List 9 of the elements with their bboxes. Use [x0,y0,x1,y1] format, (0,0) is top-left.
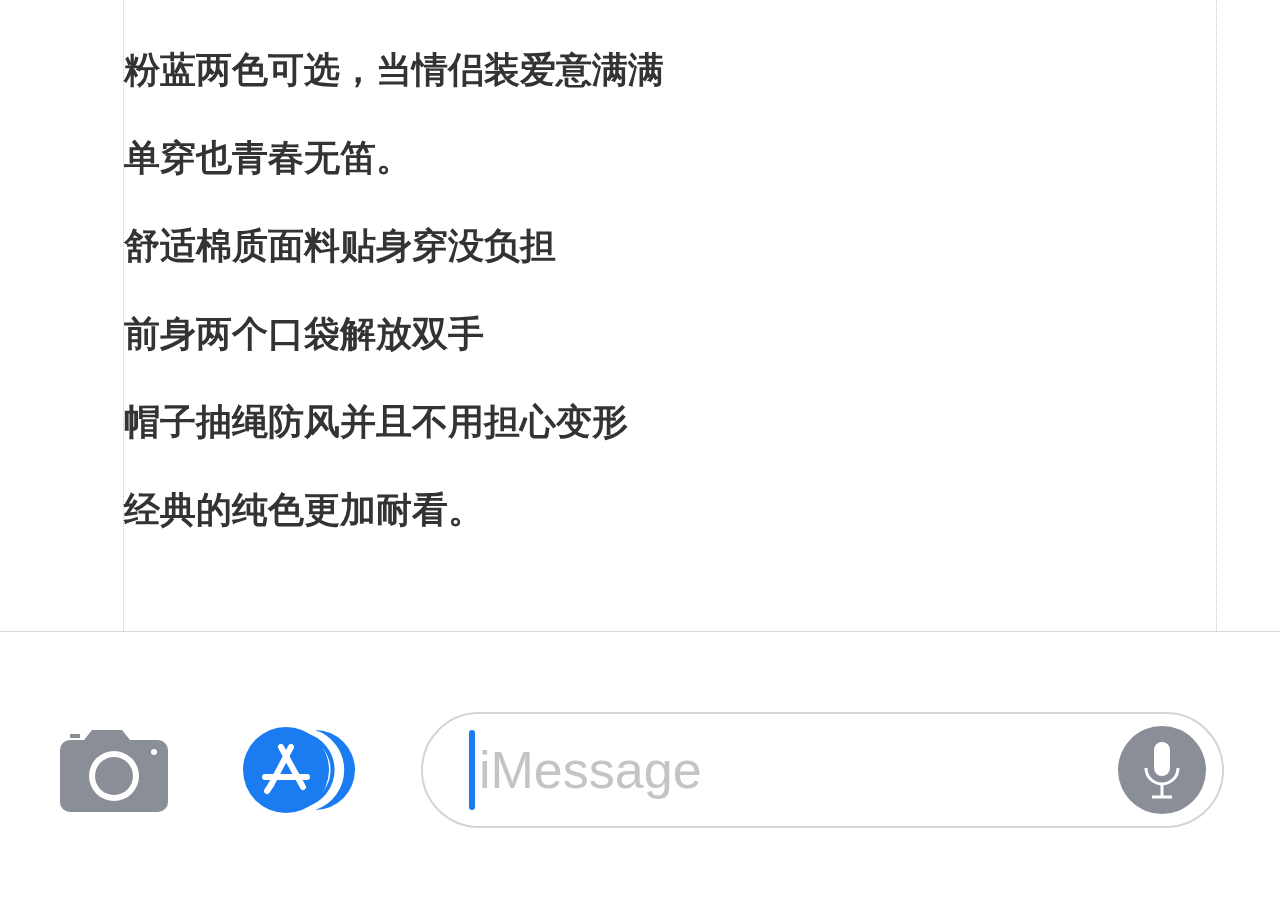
message-line: 前身两个口袋解放双手 [124,316,485,352]
camera-icon[interactable] [60,727,168,812]
message-field[interactable]: iMessage [421,711,1224,828]
microphone-icon[interactable] [1118,725,1206,814]
message-line: 舒适棉质面料贴身穿没负担 [124,228,557,264]
message-line: 经典的纯色更加耐看。 [124,492,485,528]
message-line: 粉蓝两色可选，当情侣装爱意满满 [124,52,665,88]
message-line: 单穿也青春无笛。 [124,140,413,176]
message-line: 帽子抽绳防风并且不用担心变形 [124,404,629,440]
